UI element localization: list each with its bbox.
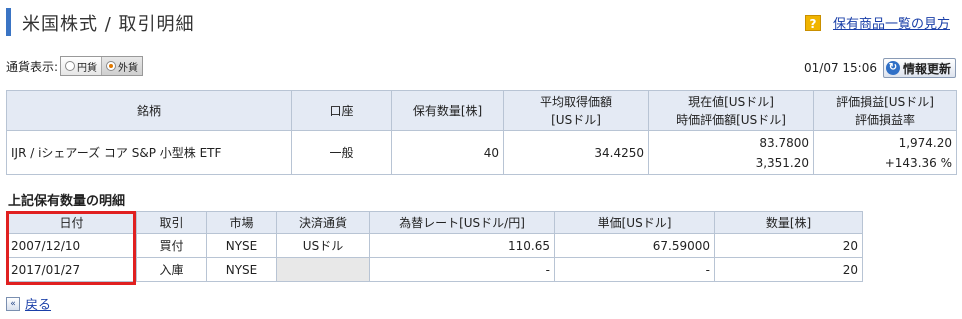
col-fx-rate: 為替レート[USドル/円] <box>369 211 555 234</box>
currency-radio-group: 円貨 外貨 <box>60 56 144 76</box>
col-current: 現在値[USドル] 時価評価額[USドル] <box>648 90 814 131</box>
radio-yen-label: 円貨 <box>77 62 98 74</box>
col-pl-line2: 評価損益率 <box>854 112 915 127</box>
refresh-icon: ↻ <box>885 61 900 75</box>
row-rate: 110.65 <box>369 233 555 258</box>
update-timestamp: 01/07 15:06 <box>804 61 877 75</box>
question-icon[interactable]: ? <box>804 14 821 31</box>
page-title: 米国株式 / 取引明細 <box>22 14 195 35</box>
detail-section-title: 上記保有数量の明細 <box>8 194 126 209</box>
update-area: 01/07 15:06 ↻ 情報更新 <box>804 58 956 78</box>
table-row: 2007/12/10 買付 NYSE USドル 110.65 67.59000 … <box>6 233 863 258</box>
refresh-button[interactable]: ↻ 情報更新 <box>882 58 956 78</box>
holding-market-value: 3,351.20 <box>755 155 809 170</box>
col-market: 市場 <box>206 211 277 234</box>
holdings-header-row: 銘柄 口座 保有数量[株] 平均取得価額 [USドル] 現在値[USドル] 時価… <box>6 90 957 131</box>
row-market: NYSE <box>206 233 277 258</box>
col-name: 銘柄 <box>6 90 292 131</box>
row-market: NYSE <box>206 257 277 282</box>
row-date: 2007/12/10 <box>6 233 137 258</box>
col-quantity: 保有数量[株] <box>391 90 504 131</box>
holding-account: 一般 <box>291 130 392 175</box>
col-qty: 数量[株] <box>714 211 863 234</box>
table-row: 2017/01/27 入庫 NYSE - - 20 <box>6 257 863 282</box>
col-avg-price: 平均取得価額 [USドル] <box>503 90 649 131</box>
back-arrow-icon[interactable]: « <box>6 296 20 311</box>
col-unit-price: 単価[USドル] <box>554 211 715 234</box>
holding-pl: 1,974.20 +143.36 % <box>813 130 957 175</box>
holdings-table: 銘柄 口座 保有数量[株] 平均取得価額 [USドル] 現在値[USドル] 時価… <box>6 90 957 175</box>
holding-quantity: 40 <box>391 130 504 175</box>
col-trade: 取引 <box>136 211 207 234</box>
radio-dot-yen[interactable] <box>65 61 76 71</box>
row-currency: USドル <box>276 233 370 258</box>
holding-current-price: 83.7800 <box>759 135 809 150</box>
currency-label: 通貨表示: <box>6 59 59 74</box>
holdings-row: IJR / iシェアーズ コア S&P 小型株 ETF 一般 40 34.425… <box>6 130 957 175</box>
col-current-line2: 時価評価額[USドル] <box>676 112 786 127</box>
col-pl: 評価損益[USドル] 評価損益率 <box>813 90 957 131</box>
row-qty: 20 <box>714 233 863 258</box>
help-area: ? 保有商品一覧の見方 <box>804 13 950 32</box>
currency-display-toggle: 通貨表示: 円貨 外貨 <box>6 56 144 76</box>
col-account: 口座 <box>291 90 392 131</box>
radio-yen[interactable]: 円貨 <box>61 57 101 75</box>
holding-current: 83.7800 3,351.20 <box>648 130 814 175</box>
row-price: 67.59000 <box>554 233 715 258</box>
col-pl-line1: 評価損益[USドル] <box>836 94 934 109</box>
col-avg-price-line2: [USドル] <box>551 112 601 127</box>
back-area: « 戻る <box>6 294 51 313</box>
page-header: 米国株式 / 取引明細 ? 保有商品一覧の見方 <box>6 8 956 36</box>
holding-pl-amount: 1,974.20 <box>898 135 952 150</box>
row-currency <box>276 257 370 282</box>
col-settle-currency: 決済通貨 <box>276 211 370 234</box>
radio-dot-foreign[interactable] <box>106 61 117 71</box>
row-qty: 20 <box>714 257 863 282</box>
title-accent-bar <box>6 8 11 36</box>
holding-name: IJR / iシェアーズ コア S&P 小型株 ETF <box>6 130 292 175</box>
back-link[interactable]: 戻る <box>25 294 51 313</box>
col-avg-price-line1: 平均取得価額 <box>539 94 612 109</box>
row-trade: 買付 <box>136 233 207 258</box>
holding-pl-rate: +143.36 % <box>884 155 952 170</box>
detail-table: 日付 取引 市場 決済通貨 為替レート[USドル/円] 単価[USドル] 数量[… <box>6 211 863 282</box>
row-date: 2017/01/27 <box>6 257 137 282</box>
refresh-label: 情報更新 <box>902 61 951 76</box>
col-current-line1: 現在値[USドル] <box>688 94 774 109</box>
holding-avg-price: 34.4250 <box>503 130 649 175</box>
row-rate: - <box>369 257 555 282</box>
help-link[interactable]: 保有商品一覧の見方 <box>833 13 950 32</box>
row-trade: 入庫 <box>136 257 207 282</box>
radio-foreign[interactable]: 外貨 <box>101 57 143 75</box>
radio-foreign-label: 外貨 <box>118 62 139 74</box>
col-date: 日付 <box>6 211 137 234</box>
detail-header-row: 日付 取引 市場 決済通貨 為替レート[USドル/円] 単価[USドル] 数量[… <box>6 211 863 234</box>
row-price: - <box>554 257 715 282</box>
